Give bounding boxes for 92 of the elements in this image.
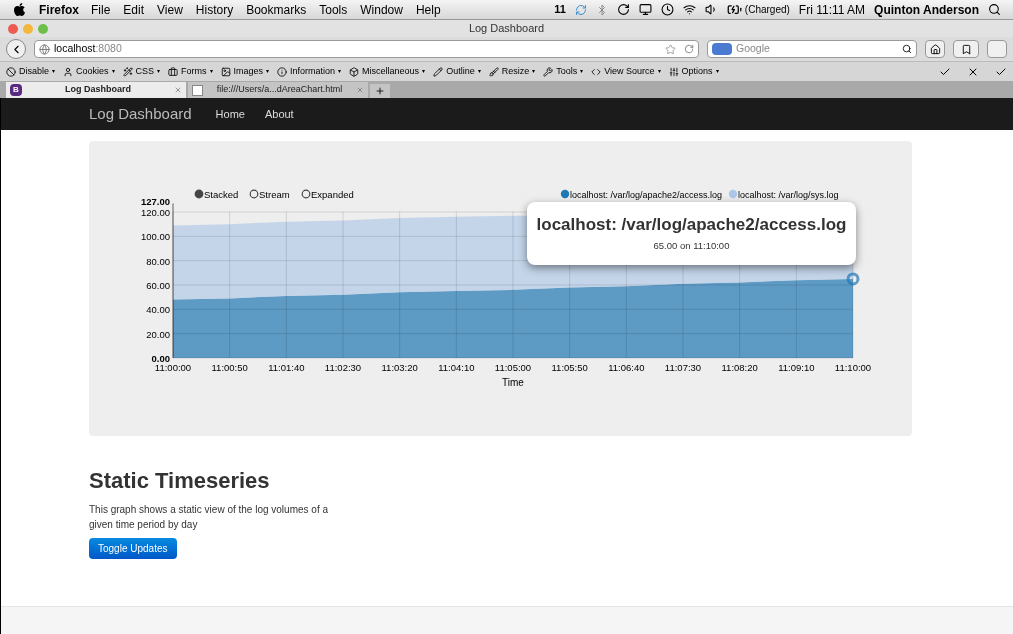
- new-tab-button[interactable]: [370, 84, 390, 98]
- menu-item[interactable]: History: [195, 0, 234, 19]
- y-tick-label: 100.00: [140, 231, 170, 243]
- url-field[interactable]: localhost:8080: [34, 40, 699, 58]
- user-name[interactable]: Quinton Anderson: [874, 0, 979, 19]
- y-tick-label: 20.00: [146, 328, 170, 340]
- legend-item[interactable]: localhost: /var/log/sys.log: [728, 189, 839, 200]
- ban-icon: [6, 66, 16, 77]
- volume-icon[interactable]: [704, 3, 718, 16]
- x-tick-label: 11:06:40: [608, 362, 645, 373]
- x-tick-label: 11:07:30: [664, 362, 702, 373]
- reload-icon[interactable]: [684, 44, 694, 54]
- menu-item[interactable]: Bookmarks: [246, 0, 307, 19]
- sliders-icon: [668, 66, 679, 77]
- wifi-icon[interactable]: [682, 3, 696, 16]
- browser-tab[interactable]: B Log Dashboard: [6, 82, 186, 98]
- menu-item[interactable]: Tools: [319, 0, 348, 19]
- adobe-status[interactable]: 11: [554, 1, 566, 18]
- menu-item[interactable]: Help: [415, 0, 441, 19]
- search-icon[interactable]: [988, 3, 1001, 16]
- section-heading: Static Timeseries: [89, 467, 271, 495]
- menu-item[interactable]: View: [157, 0, 183, 19]
- briefcase-icon: [168, 66, 179, 77]
- x-tick-label: 11:10:00: [834, 362, 872, 373]
- box-icon: [349, 66, 360, 77]
- x-tick-label: 11:05:50: [551, 362, 588, 373]
- tooltip-value: 65.00 on 11:10:00: [653, 241, 730, 251]
- clock-text[interactable]: Fri 11:11 AM: [798, 0, 866, 19]
- search-placeholder: Google: [736, 41, 770, 57]
- wand-icon: [122, 66, 133, 77]
- menu-item[interactable]: File: [91, 0, 111, 19]
- battery-status: (Charged): [744, 3, 790, 17]
- y-tick-label: 40.00: [146, 304, 170, 316]
- tab-favicon: B: [10, 84, 22, 96]
- brand-link[interactable]: Log Dashboard: [89, 102, 192, 126]
- app-menu[interactable]: Firefox: [39, 0, 79, 19]
- page-icon: [192, 84, 203, 96]
- close-button[interactable]: [8, 23, 18, 34]
- y-tick-label: 120.00: [140, 207, 170, 218]
- search-icon[interactable]: [902, 44, 912, 54]
- battery-icon[interactable]: [726, 2, 742, 17]
- bookmarks-button[interactable]: [953, 40, 979, 58]
- tooltip-title: localhost: /var/log/apache2/access.log: [536, 216, 847, 234]
- y-tick-label: 127.00: [140, 196, 170, 208]
- mode-radio[interactable]: Stacked: [194, 188, 239, 200]
- hover-point-marker: [846, 272, 860, 286]
- pencil-icon: [433, 66, 444, 77]
- url-port: :8080: [95, 41, 122, 57]
- x-tick-label: 11:01:40: [268, 362, 305, 373]
- legend-item[interactable]: localhost: /var/log/apache2/access.log: [560, 189, 723, 200]
- menu-item[interactable]: Window: [360, 0, 403, 19]
- mode-radio[interactable]: Stream: [249, 188, 290, 200]
- refresh-icon[interactable]: [616, 3, 630, 16]
- x-tick-label: 11:04:10: [438, 362, 475, 373]
- code-icon: [591, 66, 602, 77]
- url-host: localhost: [54, 41, 96, 57]
- wrench-icon: [543, 66, 554, 77]
- home-button[interactable]: [925, 40, 945, 58]
- clock-icon[interactable]: [660, 3, 674, 16]
- y-tick-label: 0.00: [151, 353, 170, 364]
- search-field[interactable]: Google: [707, 40, 917, 58]
- sync-icon[interactable]: [574, 3, 587, 16]
- section-description: This graph shows a static view of the log volumes of a given time period by day: [89, 502, 329, 532]
- brush-icon: [488, 66, 499, 77]
- apple-icon[interactable]: [12, 2, 27, 17]
- image-icon: [220, 66, 231, 77]
- monitor-icon[interactable]: [638, 3, 652, 16]
- back-button[interactable]: [6, 39, 26, 59]
- x-tick-label: 11:00:50: [211, 362, 248, 373]
- x-tick-label: 11:05:00: [494, 362, 532, 373]
- x-tick-label: 11:03:20: [381, 362, 418, 373]
- x-tick-label: 11:09:10: [778, 362, 815, 373]
- menu-item[interactable]: Edit: [123, 0, 145, 19]
- home-icon: [929, 43, 941, 55]
- x-tick-label: 11:02:30: [324, 362, 362, 373]
- info-icon: [277, 66, 288, 77]
- browser-tab[interactable]: file:///Users/a...dAreaChart.html: [188, 82, 368, 98]
- window-title: Log Dashboard: [468, 21, 545, 37]
- bookmark-icon: [960, 43, 972, 55]
- plus-icon: [375, 86, 385, 96]
- star-icon[interactable]: [665, 43, 676, 55]
- mode-radio[interactable]: Expanded: [301, 188, 354, 200]
- toggle-updates-button[interactable]: Toggle Updates: [89, 537, 177, 559]
- globe-icon: [39, 43, 50, 55]
- nav-link[interactable]: Home: [215, 105, 245, 123]
- user-icon: [63, 66, 73, 77]
- y-tick-label: 60.00: [146, 280, 170, 291]
- x-axis-title: Time: [502, 377, 524, 388]
- x-tick-label: 11:08:20: [721, 362, 758, 373]
- x-tick-label: 11:00:00: [154, 362, 192, 373]
- nav-link[interactable]: About: [264, 105, 294, 123]
- y-tick-label: 80.00: [146, 255, 170, 267]
